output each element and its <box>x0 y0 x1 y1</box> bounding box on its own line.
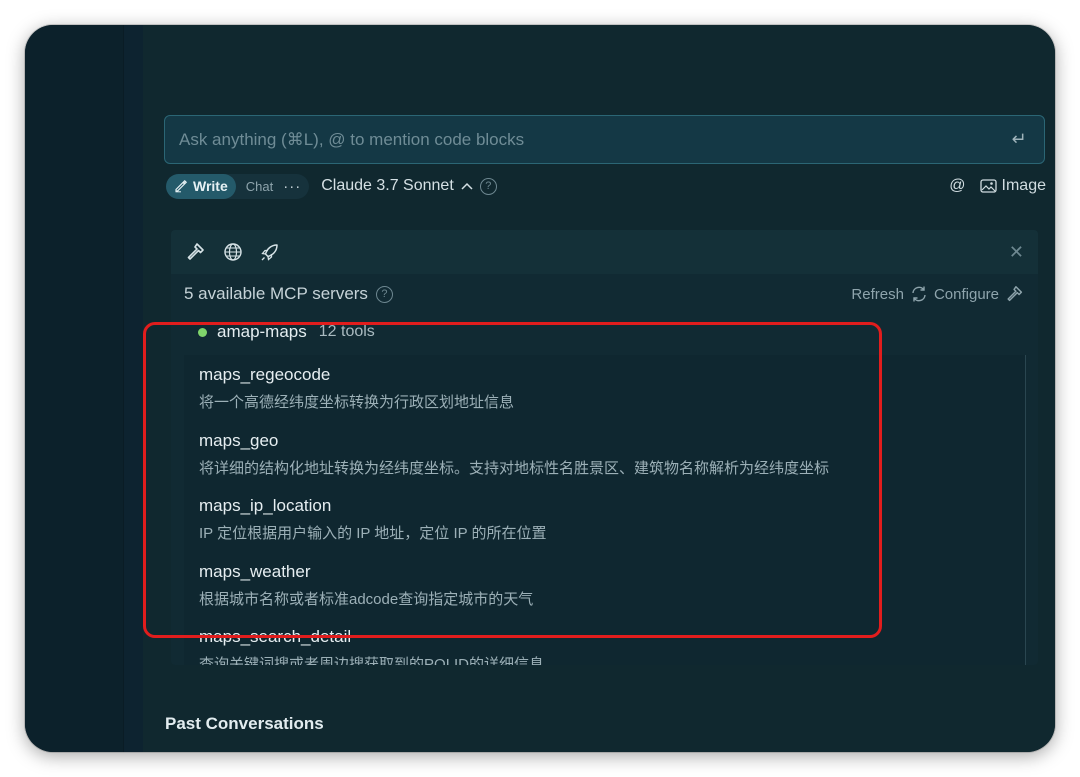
chat-mode-button[interactable]: Chat <box>236 179 283 194</box>
mode-switcher: Write Chat ··· <box>166 173 310 199</box>
tool-item: maps_search_detail 查询关键词搜或者周边搜获取到的POI ID… <box>184 617 1025 665</box>
ask-input-box[interactable]: ↵ <box>164 115 1045 164</box>
question-icon[interactable]: ? <box>479 177 497 195</box>
past-conversations-title: Past Conversations <box>165 714 324 733</box>
tool-item: maps_ip_location IP 定位根据用户输入的 IP 地址，定位 I… <box>184 486 1025 552</box>
sidebar-divider <box>123 25 143 752</box>
mcp-server-item[interactable]: amap-maps 12 tools <box>171 314 1038 350</box>
globe-icon[interactable] <box>223 242 243 262</box>
refresh-icon[interactable] <box>910 285 928 303</box>
tool-description: 查询关键词搜或者周边搜获取到的POI ID的详细信息 <box>199 656 545 665</box>
refresh-button[interactable]: Refresh <box>851 286 904 303</box>
app-window: ↵ Write Chat ··· Claude 3.7 Sonnet ? @ <box>25 25 1055 752</box>
hammer-icon[interactable] <box>185 241 207 263</box>
mcp-servers-label: 5 available MCP servers <box>184 284 368 303</box>
image-button[interactable]: Image <box>979 177 1046 195</box>
rocket-icon[interactable] <box>259 241 281 263</box>
chat-panel: ↵ Write Chat ··· Claude 3.7 Sonnet ? @ <box>143 25 1055 752</box>
mcp-actions: Refresh Configure <box>851 284 1025 304</box>
mcp-panel: ✕ 5 available MCP servers ? Refresh Conf… <box>171 230 1038 665</box>
server-name: amap-maps <box>217 322 307 341</box>
model-selector[interactable]: Claude 3.7 Sonnet ? <box>321 177 497 195</box>
server-tools-count: 12 tools <box>318 323 375 340</box>
write-mode-button[interactable]: Write <box>166 173 236 199</box>
ask-input[interactable] <box>179 129 1008 150</box>
tool-name: maps_ip_location <box>199 496 332 515</box>
model-label: Claude 3.7 Sonnet <box>321 177 454 194</box>
tool-item: maps_regeocode 将一个高德经纬度坐标转换为行政区划地址信息 <box>184 355 1025 421</box>
configure-button[interactable]: Configure <box>934 286 999 303</box>
enter-icon[interactable]: ↵ <box>1008 129 1030 150</box>
close-icon[interactable]: ✕ <box>1009 242 1024 263</box>
image-icon <box>979 179 997 193</box>
chevron-up-icon <box>461 182 473 190</box>
tool-description: 将详细的结构化地址转换为经纬度坐标。支持对地标性名胜景区、建筑物名称解析为经纬度… <box>199 459 830 477</box>
tool-description: IP 定位根据用户输入的 IP 地址，定位 IP 的所在位置 <box>199 525 547 542</box>
question-icon[interactable]: ? <box>375 285 393 303</box>
tool-name: maps_weather <box>199 561 311 581</box>
hammer-icon[interactable] <box>1005 284 1025 304</box>
write-mode-label: Write <box>193 178 228 194</box>
edit-icon <box>175 179 188 193</box>
tool-name: maps_search_detail <box>199 627 352 646</box>
mcp-servers-row: 5 available MCP servers ? Refresh Config… <box>171 274 1038 314</box>
composer-toolbar: Write Chat ··· Claude 3.7 Sonnet ? @ Ima… <box>166 173 1046 199</box>
mcp-panel-header: ✕ <box>171 230 1038 274</box>
tool-item: maps_weather 根据城市名称或者标准adcode查询指定城市的天气 <box>184 552 1025 618</box>
tool-item: maps_geo 将详细的结构化地址转换为经纬度坐标。支持对地标性名胜景区、建筑… <box>184 421 1025 487</box>
mention-button[interactable]: @ <box>949 177 965 195</box>
toolbar-actions: @ Image <box>949 177 1046 195</box>
tool-description: 将一个高德经纬度坐标转换为行政区划地址信息 <box>199 394 515 411</box>
more-modes-button[interactable]: ··· <box>283 178 301 195</box>
tool-name: maps_regeocode <box>199 365 331 384</box>
tools-list[interactable]: maps_regeocode 将一个高德经纬度坐标转换为行政区划地址信息 map… <box>184 355 1026 665</box>
status-dot <box>198 327 207 337</box>
tool-description: 根据城市名称或者标准adcode查询指定城市的天气 <box>199 590 534 608</box>
image-label: Image <box>1001 177 1046 194</box>
tool-name: maps_geo <box>199 430 279 450</box>
left-sidebar <box>25 25 123 752</box>
